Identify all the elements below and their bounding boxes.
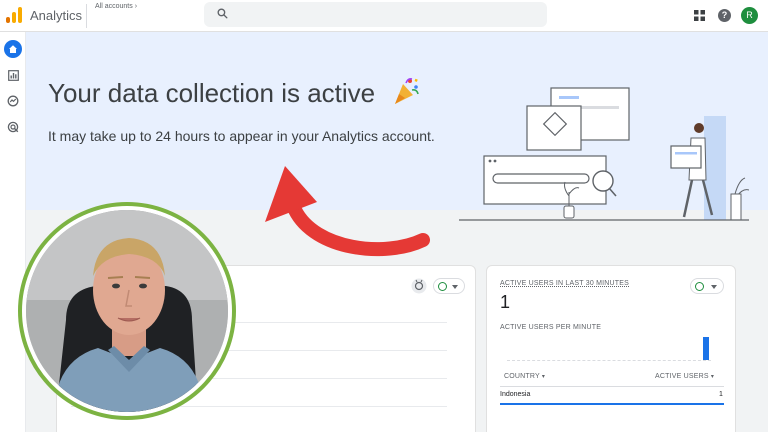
caret-down-icon xyxy=(452,285,458,289)
check-circle-icon xyxy=(438,282,447,291)
home-icon xyxy=(9,45,17,53)
country-header-label: COUNTRY xyxy=(504,373,540,380)
chart-baseline xyxy=(507,360,711,361)
country-cell: Indonesia xyxy=(500,391,531,398)
header-divider xyxy=(86,4,87,28)
active-users-label[interactable]: ACTIVE USERS IN LAST 30 MINUTES xyxy=(500,280,629,287)
per-minute-label: ACTIVE USERS PER MINUTE xyxy=(500,324,602,331)
sidebar-item-home[interactable] xyxy=(4,40,22,58)
top-bar: Analytics All accounts › ? R xyxy=(0,0,768,32)
country-column-header[interactable]: COUNTRY ▾ xyxy=(504,373,545,380)
realtime-card: ACTIVE USERS IN LAST 30 MINUTES 1 ACTIVE… xyxy=(486,265,736,432)
apps-grid-icon[interactable] xyxy=(694,10,705,21)
row-bar xyxy=(500,403,724,405)
sidebar xyxy=(0,32,26,432)
accounts-breadcrumb[interactable]: All accounts › xyxy=(95,3,137,10)
accounts-label: All accounts xyxy=(95,3,133,10)
presenter-illustration xyxy=(26,210,228,412)
banner-subtitle: It may take up to 24 hours to appear in … xyxy=(48,128,435,144)
sidebar-item-explore[interactable] xyxy=(4,92,22,110)
realtime-status-dropdown[interactable] xyxy=(690,278,724,294)
data-illustration xyxy=(459,87,749,221)
party-popper-icon xyxy=(395,78,419,104)
red-arrow-icon xyxy=(265,166,430,257)
analytics-logo-icon[interactable] xyxy=(6,7,22,23)
help-icon[interactable]: ? xyxy=(718,9,731,22)
explore-icon xyxy=(7,95,19,107)
table-header-divider xyxy=(500,386,724,387)
active-users-value: 1 xyxy=(500,292,511,312)
chevron-right-icon: › xyxy=(134,3,138,10)
card-status-dropdown[interactable] xyxy=(433,278,465,294)
search-icon xyxy=(217,8,228,19)
caret-down-icon xyxy=(711,285,717,289)
app-title[interactable]: Analytics xyxy=(30,8,82,23)
reports-icon xyxy=(7,69,19,81)
users-cell: 1 xyxy=(719,391,723,398)
caret-down-icon: ▾ xyxy=(710,374,715,380)
active-users-column-header[interactable]: ACTIVE USERS ▾ xyxy=(655,373,714,380)
advertising-icon xyxy=(7,121,19,133)
caret-down-icon: ▾ xyxy=(541,374,546,380)
sidebar-item-advertising[interactable] xyxy=(4,118,22,136)
per-minute-bar[interactable] xyxy=(703,337,709,360)
active-users-header-label: ACTIVE USERS xyxy=(655,373,709,380)
presenter-photo xyxy=(26,210,228,412)
avatar[interactable]: R xyxy=(741,7,758,24)
check-circle-icon xyxy=(695,282,704,291)
insights-icon[interactable] xyxy=(411,278,427,294)
sidebar-item-reports[interactable] xyxy=(4,66,22,84)
banner-title: Your data collection is active xyxy=(48,78,376,108)
presenter-video-overlay xyxy=(18,202,236,420)
search-bar[interactable] xyxy=(204,2,547,27)
